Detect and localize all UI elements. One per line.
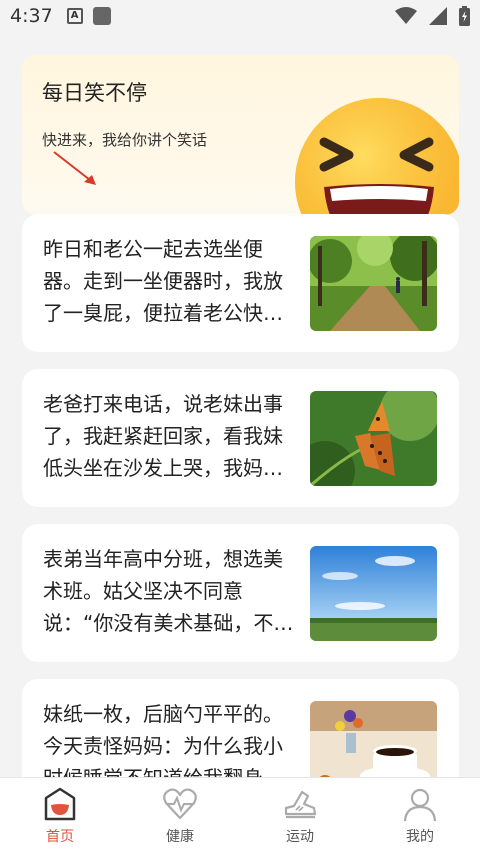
joke-text: 表弟当年高中分班，想选美术班。姑父坚决不同意说：“你没有美术基础，不能… (43, 547, 283, 635)
tab-health[interactable]: 健康 (120, 778, 240, 853)
tab-label: 健康 (166, 829, 194, 845)
joke-card[interactable]: 昨日和老公一起去选坐便器。走到一坐便器时，我放了一臭屁，便拉着老公快… (22, 214, 459, 352)
battery-icon (459, 6, 470, 26)
tab-home[interactable]: 首页 (0, 778, 120, 853)
banner-title: 每日笑不停 (42, 81, 147, 105)
status-bar: 4:37 A (0, 0, 480, 32)
field-sky-image (310, 546, 437, 641)
heart-icon (163, 788, 197, 820)
notification-a-icon: A (66, 8, 83, 24)
tab-sport[interactable]: 运动 (240, 778, 360, 853)
tab-label: 首页 (46, 829, 74, 845)
laughing-emoji-icon (295, 98, 459, 215)
notification-square-icon (92, 7, 111, 25)
joke-text: 昨日和老公一起去选坐便器。走到一坐便器时，我放了一臭屁，便拉着老公快… (43, 237, 283, 325)
wifi-icon (395, 7, 417, 24)
tab-mine[interactable]: 我的 (360, 778, 480, 853)
joke-card[interactable]: 老爸打来电话，说老妹出事了，我赶紧赶回家，看我妹低头坐在沙发上哭，我妈… (22, 369, 459, 507)
person-icon (403, 788, 437, 822)
joke-card[interactable]: 表弟当年高中分班，想选美术班。姑父坚决不同意说：“你没有美术基础，不能… (22, 524, 459, 662)
joke-text: 老爸打来电话，说老妹出事了，我赶紧赶回家，看我妹低头坐在沙发上哭，我妈… (43, 392, 283, 480)
tab-label: 我的 (406, 829, 434, 845)
tab-label: 运动 (286, 829, 314, 845)
home-icon (44, 787, 76, 821)
status-time: 4:37 (10, 5, 53, 27)
butterfly-image (310, 391, 437, 486)
forest-path-image (310, 236, 437, 331)
sneaker-icon (284, 790, 317, 819)
joke-banner[interactable]: 每日笑不停 快进来，我给你讲个笑话 (22, 55, 459, 215)
banner-subtitle: 快进来，我给你讲个笑话 (42, 131, 208, 149)
signal-icon (429, 7, 447, 25)
bottom-tab-bar: 首页 健康 运动 我的 (0, 777, 480, 853)
status-icons (395, 6, 470, 26)
arrow-icon (53, 151, 96, 185)
